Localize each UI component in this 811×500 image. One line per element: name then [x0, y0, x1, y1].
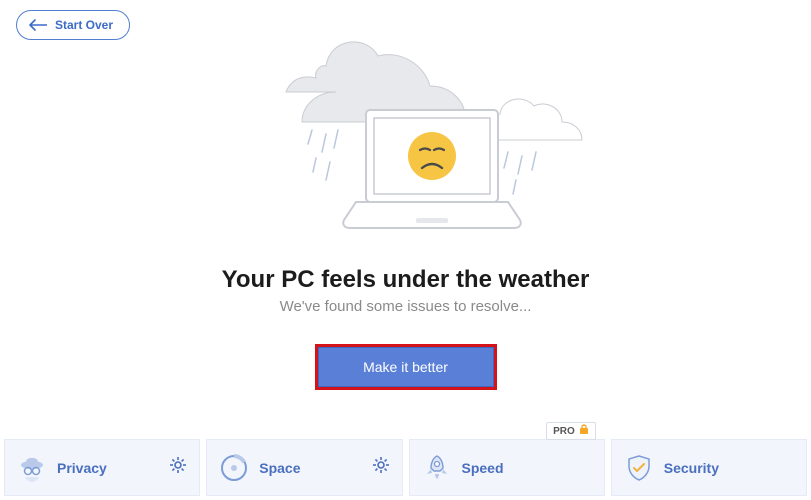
pro-label: PRO: [553, 426, 575, 437]
pro-badge: PRO: [546, 422, 596, 440]
gear-icon[interactable]: [169, 456, 187, 479]
arrow-left-icon: [29, 19, 47, 31]
tile-label: Security: [664, 460, 719, 476]
rocket-icon: [422, 453, 452, 483]
spy-icon: [17, 453, 47, 483]
start-over-button[interactable]: Start Over: [16, 10, 130, 40]
gear-icon[interactable]: [372, 456, 390, 479]
status-headline: Your PC feels under the weather: [0, 266, 811, 294]
tile-privacy[interactable]: Privacy: [4, 439, 200, 496]
status-illustration: [216, 22, 596, 242]
disk-icon: [219, 453, 249, 483]
tile-label: Speed: [462, 460, 504, 476]
tile-label: Space: [259, 460, 300, 476]
lock-icon: [579, 424, 589, 438]
category-tiles: Privacy Space PRO Speed: [4, 439, 807, 496]
tile-label: Privacy: [57, 460, 107, 476]
shield-icon: [624, 453, 654, 483]
start-over-label: Start Over: [55, 18, 113, 32]
cta-highlight-ring: Make it better: [315, 344, 497, 390]
tile-space[interactable]: Space: [206, 439, 402, 496]
make-it-better-button[interactable]: Make it better: [318, 347, 494, 387]
tile-speed[interactable]: PRO Speed: [409, 439, 605, 496]
tile-security[interactable]: Security: [611, 439, 807, 496]
status-subtitle: We've found some issues to resolve...: [0, 298, 811, 315]
